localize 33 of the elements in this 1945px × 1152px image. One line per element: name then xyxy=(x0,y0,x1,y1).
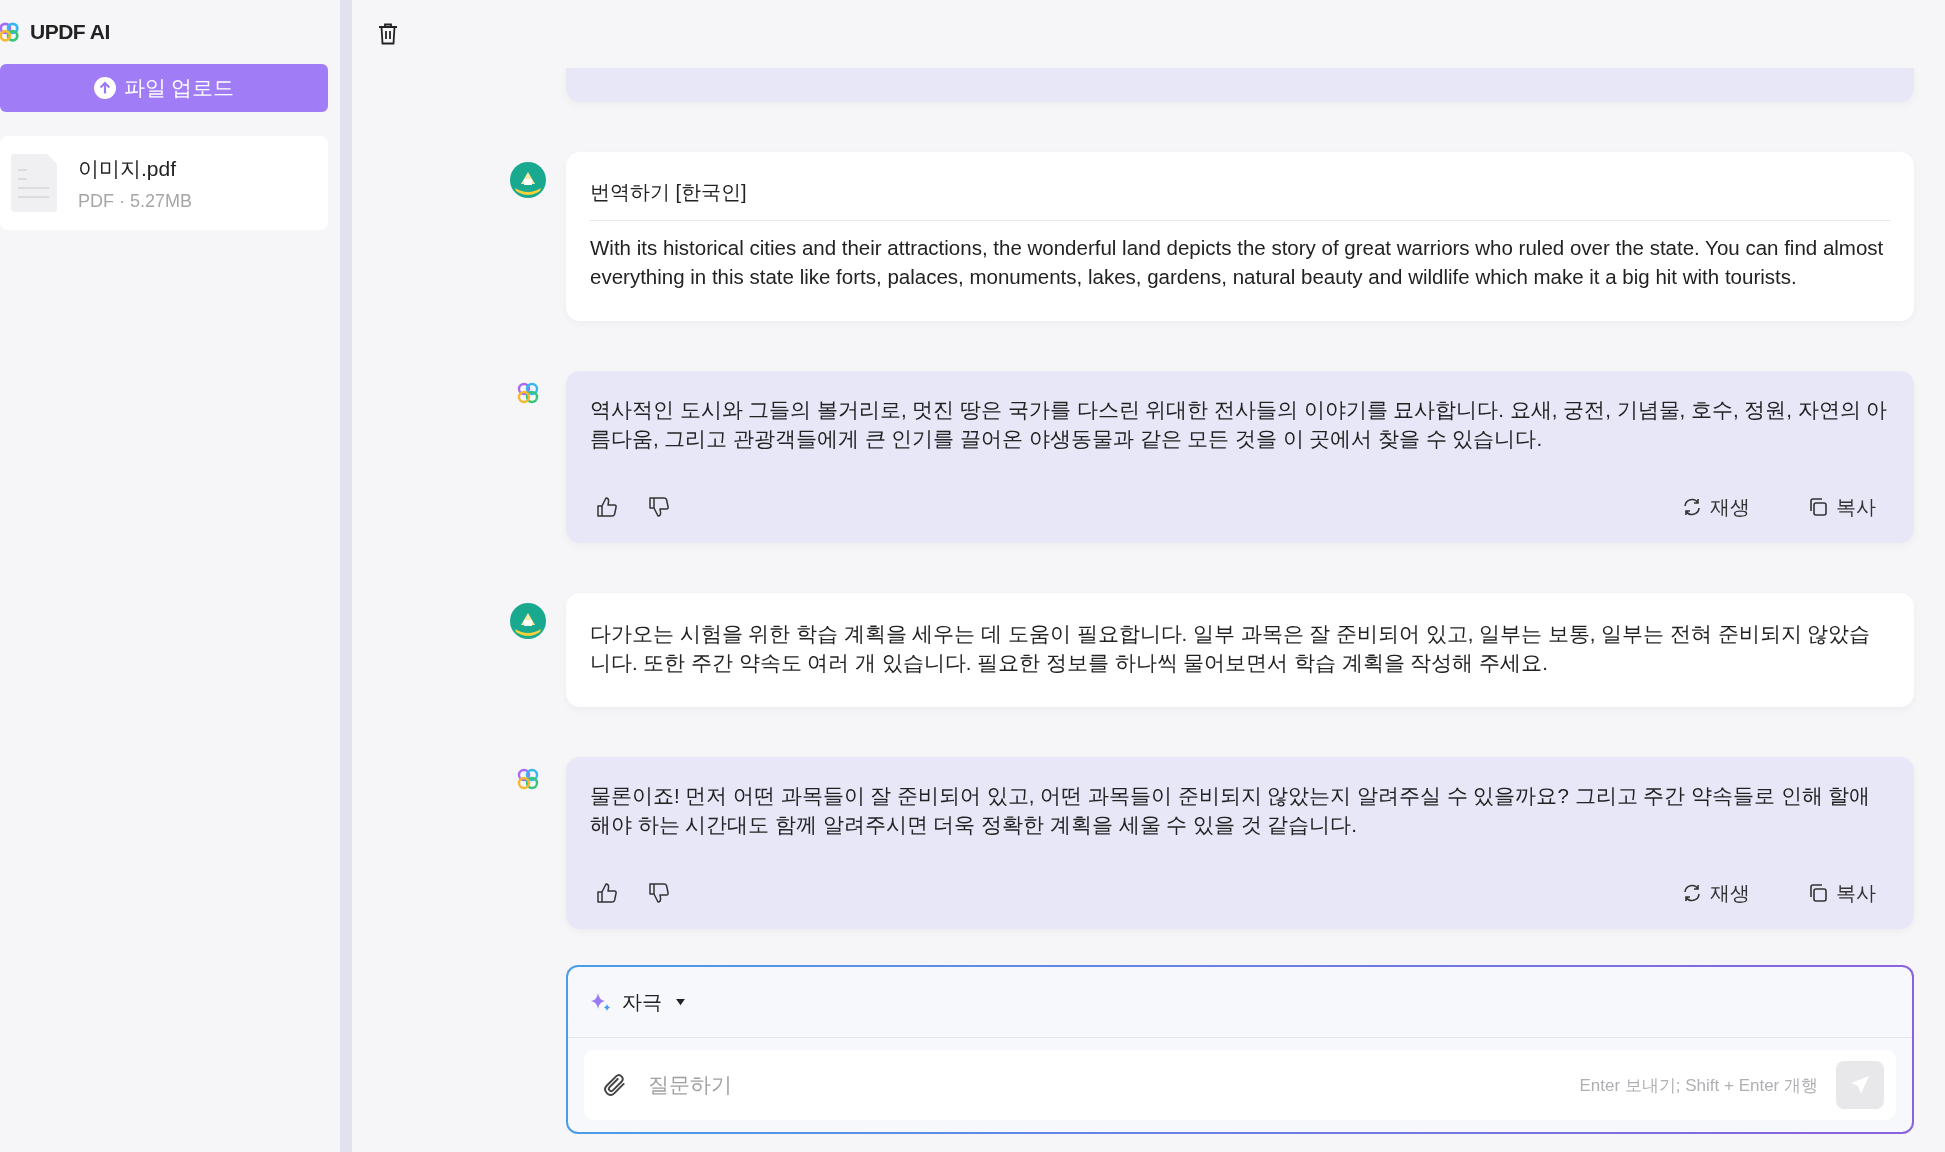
action-button[interactable]: 복사 xyxy=(1808,879,1876,907)
assistant-avatar xyxy=(516,381,540,405)
message-text: 역사적인 도시와 그들의 볼거리로, 멋진 땅은 국가를 다스린 위대한 전사들의 이야기를 묘사합니다. 요새, 궁전, 기념물, 호수, 정원, 자연의 아름다움, 그리고 관광객들에게 큰 인기를 끌어온 야생동물과 같은 모든 것을 이 곳에서 찾을 수 있습니다. xyxy=(590,397,1889,452)
caret-icon xyxy=(676,998,685,1006)
action-button[interactable]: 복사 xyxy=(1808,493,1876,521)
message-text: With its historical cities and their attractions, the wonderful land depicts the story of great warriors who ruled over the state. You can find almost everything in this state like forts, palaces, monuments, lakes, gardens, natural beauty and wildlife which make it a big hit with tourists. xyxy=(590,235,1885,290)
mode-dropdown[interactable]: 자극 xyxy=(622,988,685,1016)
message-text: 다가오는 시험을 위한 학습 계획을 세우는 데 도움이 필요합니다. 일부 과목은 잘 준비되어 있고, 일부는 보통, 일부는 전혀 준비되지 않았습니다. 또한 주간 약속도 여러 개 있습니다. 필요한 정보를 하나씩 물어보면서 학습 계획을 작성해 주세요. xyxy=(590,621,1872,676)
trash-icon[interactable] xyxy=(378,23,398,45)
refresh-icon xyxy=(1682,883,1702,903)
upload-icon xyxy=(93,77,116,99)
thumbs-down-icon[interactable] xyxy=(648,882,670,904)
user-avatar xyxy=(510,603,546,639)
file-item[interactable]: 이미지.pdf PDF · 5.27MB xyxy=(0,136,328,230)
action-button[interactable]: 재생 xyxy=(1682,493,1750,521)
thumbs-up-icon[interactable] xyxy=(596,496,618,518)
message-title: 번역하기 [한국인] xyxy=(590,180,748,205)
document-icon xyxy=(8,153,60,213)
logo-icon xyxy=(0,21,20,43)
shortcut-hint: Enter 보내기; Shift + Enter 개행 xyxy=(1579,1074,1818,1097)
message-text: 물론이죠! 먼저 어떤 과목들이 잘 준비되어 있고, 어떤 과목들이 준비되지 않았는지 알려주실 수 있을까요? 그리고 주간 약속들로 인해 할애해야 하는 시간대도 함께 알려주시면 더욱 정확한 계획을 세울 수 있을 것 같습니다. xyxy=(590,783,1872,838)
file-name: 이미지.pdf xyxy=(78,155,178,182)
thumbs-down-icon[interactable] xyxy=(648,496,670,518)
app-title: UPDF AI xyxy=(30,20,110,44)
copy-icon xyxy=(1808,497,1828,517)
file-meta: PDF · 5.27MB xyxy=(78,190,193,212)
action-button[interactable]: 재생 xyxy=(1682,879,1750,907)
copy-icon xyxy=(1808,883,1828,903)
user-avatar xyxy=(510,162,546,198)
refresh-icon xyxy=(1682,497,1702,517)
question-field[interactable]: 질문하기 xyxy=(646,1072,1562,1098)
assistant-avatar xyxy=(516,767,540,791)
thumbs-up-icon[interactable] xyxy=(596,882,618,904)
